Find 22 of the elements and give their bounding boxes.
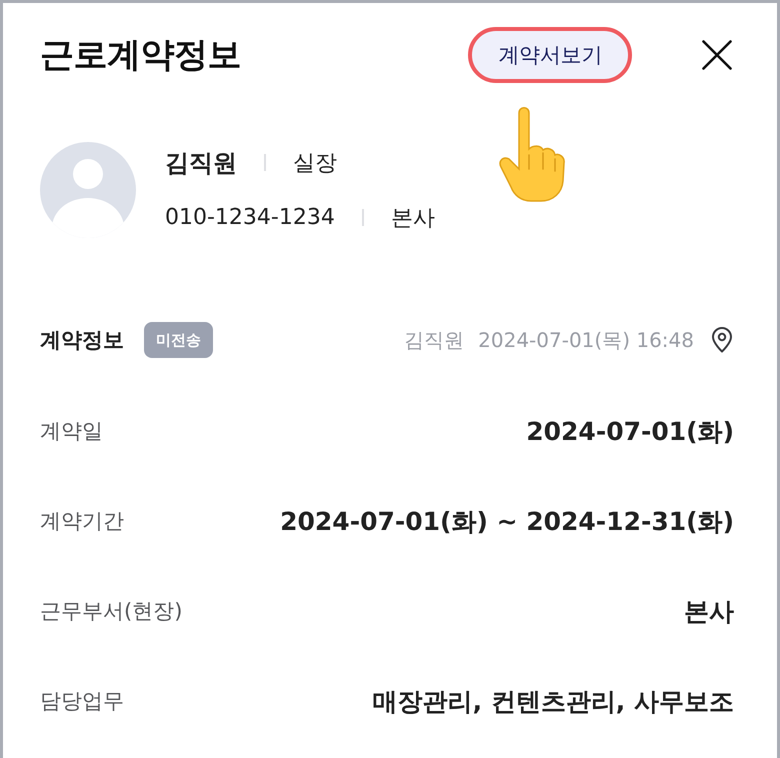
field-label: 계약일 <box>40 418 103 445</box>
close-button[interactable] <box>700 38 734 72</box>
field-value: 본사 <box>684 596 734 628</box>
employee-position: 실장 <box>293 150 337 178</box>
field-value: 2024-07-01(화) <box>526 416 734 448</box>
location-pin-icon[interactable] <box>710 327 734 353</box>
author-name: 김직원 <box>404 326 464 354</box>
avatar-icon <box>40 142 136 238</box>
close-icon <box>702 40 732 70</box>
view-contract-button[interactable]: 계약서보기 <box>468 27 632 83</box>
field-value: 2024-07-01(화) ~ 2024-12-31(화) <box>280 506 734 538</box>
employee-phone: 010-1234-1234 <box>165 205 335 230</box>
section-title: 계약정보 <box>40 327 124 354</box>
employee-branch: 본사 <box>390 204 435 232</box>
field-label: 담당업무 <box>40 688 124 715</box>
status-badge: 미전송 <box>144 322 213 358</box>
field-value: 매장관리, 컨텐츠관리, 사무보조 <box>372 686 734 718</box>
employee-name: 김직원 <box>165 148 237 178</box>
field-label: 근무부서(현장) <box>40 598 182 625</box>
page-title: 근로계약정보 <box>40 34 241 77</box>
field-label: 계약기간 <box>40 508 124 535</box>
timestamp: 2024-07-01(목) 16:48 <box>478 326 694 354</box>
